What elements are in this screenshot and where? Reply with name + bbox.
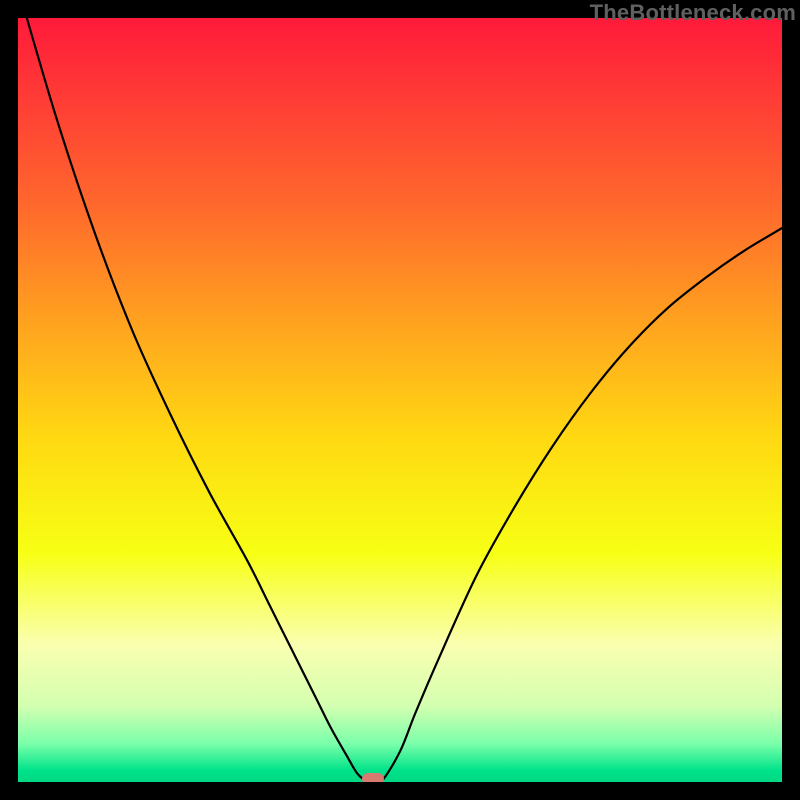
bottleneck-curve <box>18 18 782 782</box>
optimal-marker <box>362 773 384 782</box>
watermark-text: TheBottleneck.com <box>590 0 796 26</box>
chart-frame: TheBottleneck.com <box>0 0 800 800</box>
plot-area <box>18 18 782 782</box>
